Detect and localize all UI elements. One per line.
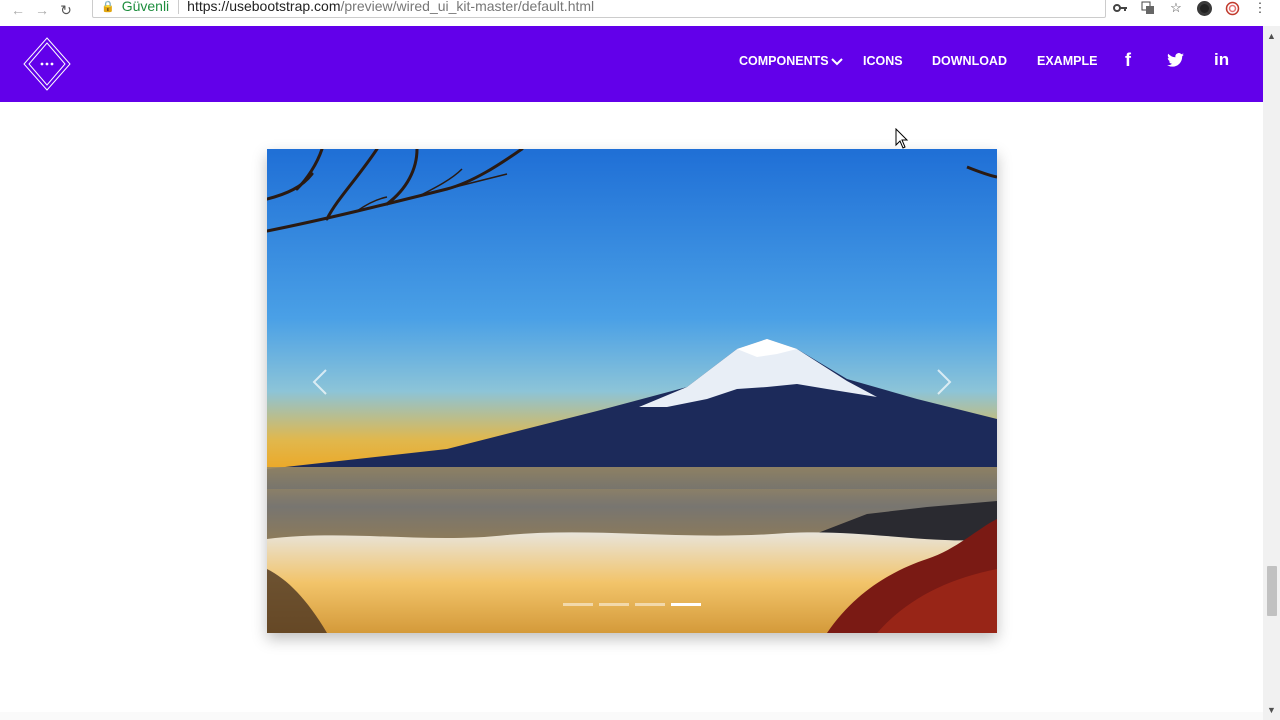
address-bar[interactable]: 🔒 Güvenli https://usebootstrap.com/previ… xyxy=(92,0,1106,18)
chevron-down-icon[interactable] xyxy=(831,57,843,66)
carousel-indicator-active[interactable] xyxy=(671,603,701,606)
logo[interactable] xyxy=(22,36,72,92)
scroll-up-icon[interactable]: ▲ xyxy=(1263,28,1280,44)
page-bottom-edge xyxy=(0,712,1263,720)
twitter-icon[interactable] xyxy=(1167,53,1184,67)
browser-menu-icon[interactable]: ⋮ xyxy=(1252,0,1268,16)
page-scrollbar[interactable]: ▲ ▼ xyxy=(1263,26,1280,720)
nav-download[interactable]: DOWNLOAD xyxy=(932,54,1007,68)
facebook-icon[interactable]: f xyxy=(1125,50,1131,71)
extension-swirl-icon[interactable] xyxy=(1224,0,1240,16)
bookmark-star-icon[interactable]: ☆ xyxy=(1168,0,1184,16)
carousel-indicator[interactable] xyxy=(599,603,629,606)
key-icon[interactable] xyxy=(1112,0,1128,16)
carousel-prev-icon[interactable] xyxy=(301,367,341,407)
address-separator xyxy=(178,0,180,14)
site-header: COMPONENTS ICONS DOWNLOAD EXAMPLE f in xyxy=(0,26,1263,102)
linkedin-icon[interactable]: in xyxy=(1214,50,1229,70)
secure-label: Güvenli xyxy=(121,0,170,14)
scrollbar-thumb[interactable] xyxy=(1267,566,1277,616)
carousel-next-icon[interactable] xyxy=(923,367,963,407)
nav-example[interactable]: EXAMPLE xyxy=(1037,54,1097,68)
nav-icons[interactable]: ICONS xyxy=(863,54,903,68)
carousel-indicator[interactable] xyxy=(563,603,593,606)
carousel-indicator[interactable] xyxy=(635,603,665,606)
nav-components[interactable]: COMPONENTS xyxy=(739,54,829,68)
browser-toolbar: ← → ↻ 🔒 Güvenli https://usebootstrap.com… xyxy=(0,0,1280,20)
mouse-cursor-icon xyxy=(895,128,909,149)
back-icon[interactable]: ← xyxy=(6,0,30,20)
lock-icon: 🔒 xyxy=(101,0,115,13)
translate-icon[interactable] xyxy=(1140,0,1156,16)
carousel-indicators xyxy=(563,603,701,606)
image-carousel[interactable] xyxy=(267,149,997,633)
browser-extension-icons: ☆ ⋮ xyxy=(1112,0,1268,16)
reload-icon[interactable]: ↻ xyxy=(54,0,78,20)
url-path: /preview/wired_ui_kit-master/default.htm… xyxy=(340,0,595,14)
extension-dark-icon[interactable] xyxy=(1196,0,1212,16)
forward-icon[interactable]: → xyxy=(30,0,54,20)
mount-fuji-landscape-image xyxy=(267,149,997,633)
url-host: https://usebootstrap.com xyxy=(187,0,341,14)
scroll-down-icon[interactable]: ▼ xyxy=(1263,702,1280,718)
